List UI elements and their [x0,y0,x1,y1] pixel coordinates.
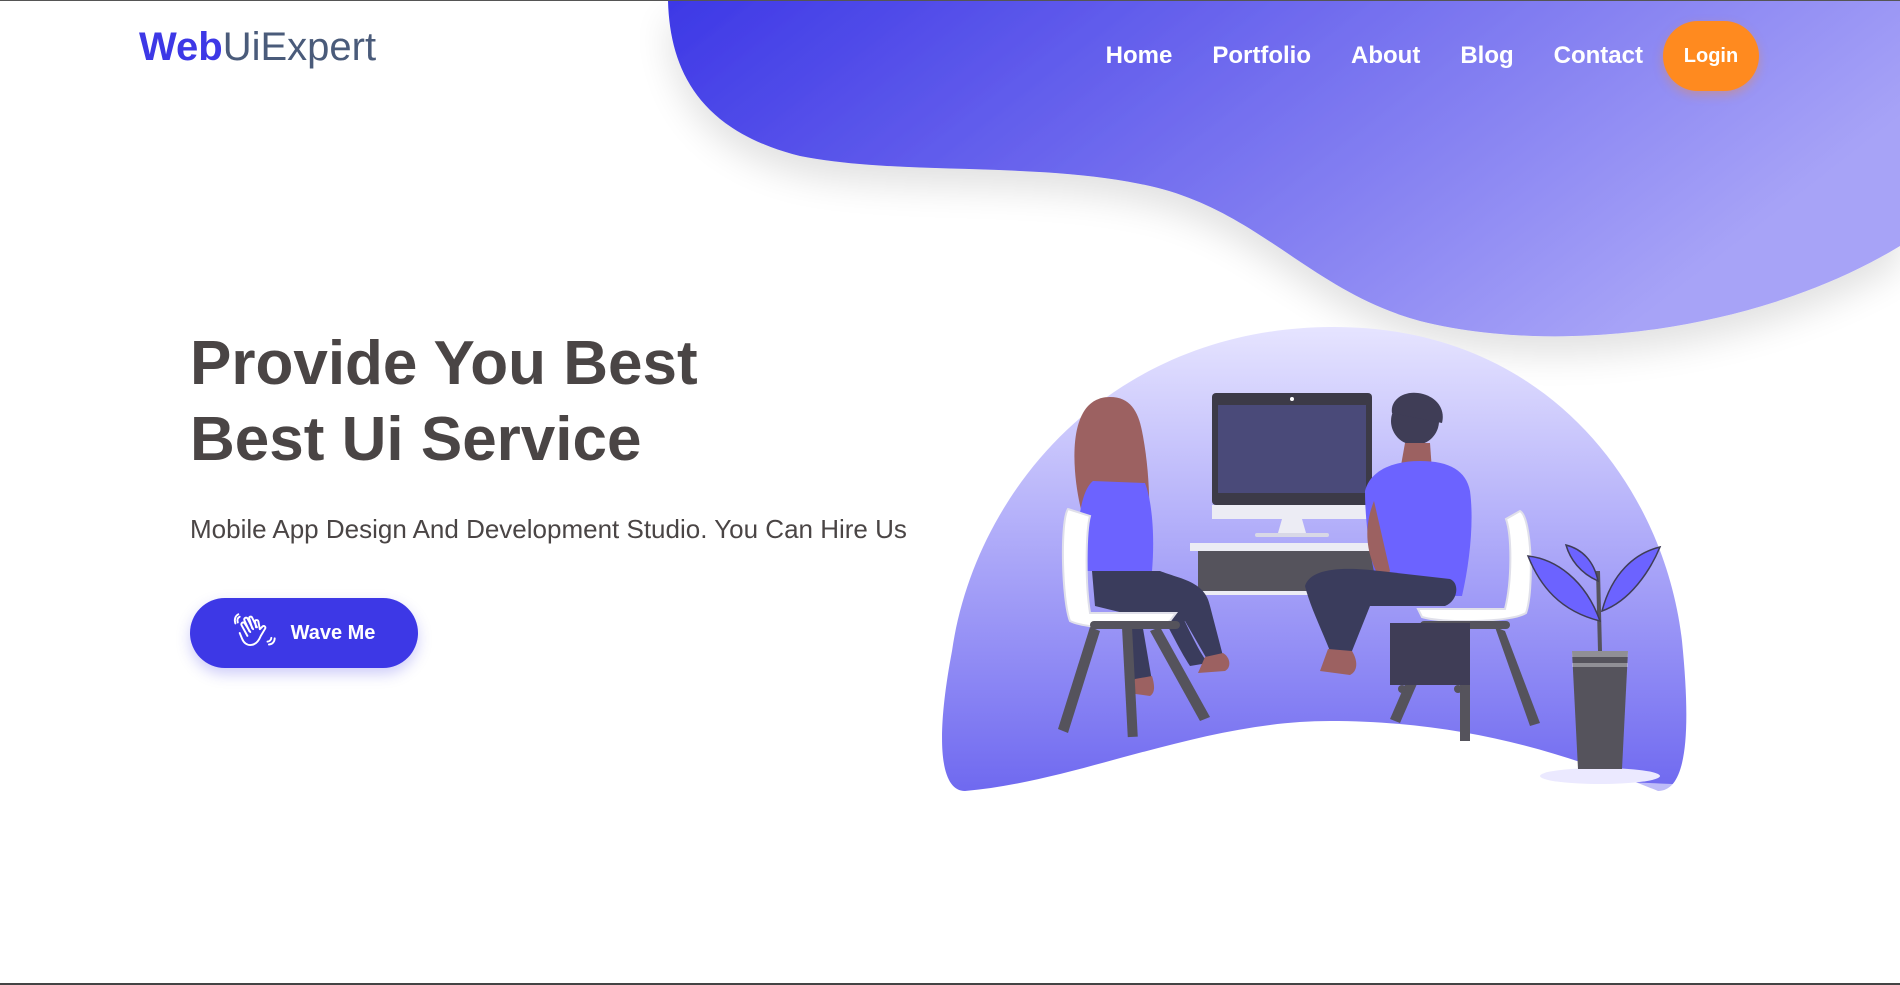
logo-rest-text: UiExpert [222,25,377,69]
nav-portfolio[interactable]: Portfolio [1212,42,1311,70]
computer-tower [1390,623,1470,693]
brand-logo[interactable]: WebUiExpert [139,23,376,71]
wave-me-label: Wave Me [290,621,376,644]
landing-page: WebUiExpert Home Portfolio About Blog Co… [0,0,1900,985]
hero-subtitle: Mobile App Design And Development Studio… [190,514,907,544]
waving-hand-icon [233,613,276,646]
wave-me-button[interactable]: Wave Me [190,598,418,668]
hero-title-line-2: Best Ui Service [190,405,642,474]
logo-strong-text: Web [139,25,223,69]
nav-about[interactable]: About [1351,42,1420,70]
nav-blog[interactable]: Blog [1460,42,1513,70]
hero-title: Provide You Best Best Ui Service [190,326,698,478]
hero-title-line-1: Provide You Best [190,329,698,398]
two-people-at-computer-illustration [942,326,1720,799]
monitor-icon [1212,393,1372,537]
nav-contact[interactable]: Contact [1554,42,1643,70]
login-button[interactable]: Login [1663,21,1759,91]
nav-home[interactable]: Home [1106,42,1173,70]
main-nav: Home Portfolio About Blog Contact Login [1106,21,1759,91]
